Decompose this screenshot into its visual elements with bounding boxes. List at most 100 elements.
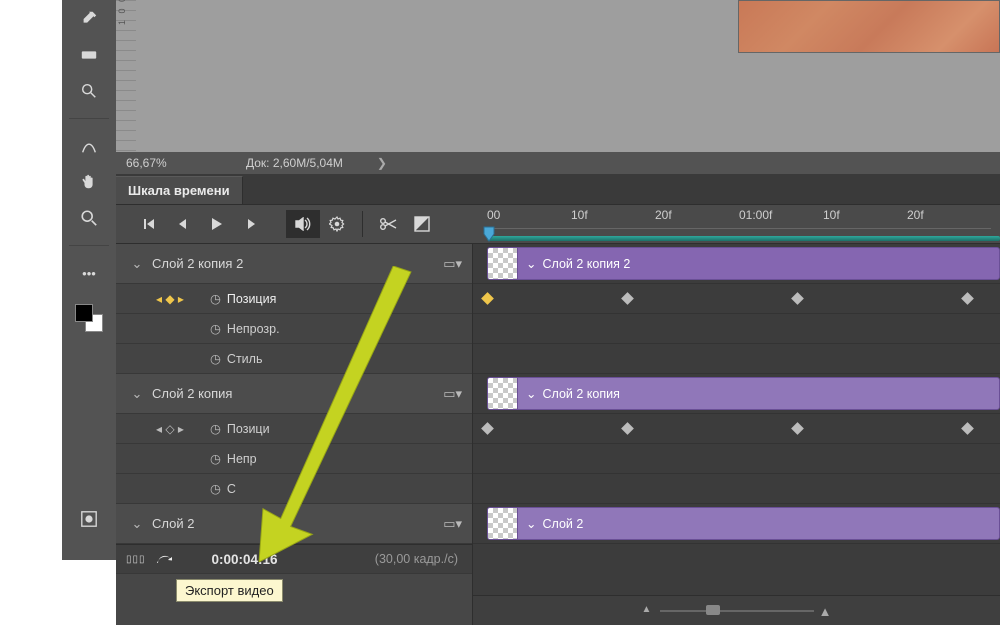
keyframe-icon[interactable] (791, 422, 804, 435)
clip-label: Слой 2 копия 2 (542, 257, 630, 271)
next-frame-button[interactable] (234, 210, 268, 238)
path-tool-icon[interactable] (78, 135, 100, 157)
edit-toolbar-icon[interactable]: ••• (78, 262, 100, 284)
stopwatch-icon[interactable]: ◷ (210, 481, 221, 496)
layer-header[interactable]: ⌄ Слой 2 ▭▾ (116, 504, 472, 544)
video-toggle-icon[interactable]: ▭▾ (443, 386, 462, 402)
zoom-level[interactable]: 66,67% (116, 156, 216, 170)
timeline-settings-button[interactable] (320, 210, 354, 238)
timeline-zoom-slider[interactable]: ▲ ▲ (642, 608, 832, 614)
chevron-down-icon[interactable]: ⌄ (526, 256, 536, 271)
property-label: С (227, 482, 236, 496)
playhead-icon[interactable] (483, 226, 495, 242)
keyframe-track[interactable] (473, 314, 1000, 344)
keyframe-icon[interactable] (621, 422, 634, 435)
keyframe-icon[interactable] (961, 292, 974, 305)
layer-header[interactable]: ⌄ Слой 2 копия 2 ▭▾ (116, 244, 472, 284)
stopwatch-icon[interactable]: ◷ (210, 291, 221, 306)
chevron-down-icon[interactable]: ⌄ (126, 386, 148, 402)
chevron-down-icon[interactable]: ⌄ (126, 516, 148, 532)
video-clip[interactable]: ⌄ Слой 2 копия (487, 377, 1000, 410)
frame-rate[interactable]: (30,00 кадр./c) (375, 552, 458, 566)
property-label: Позици (227, 422, 270, 436)
eyedropper-tool-icon[interactable] (78, 8, 100, 30)
stopwatch-icon[interactable]: ◷ (210, 421, 221, 436)
slider-knob[interactable] (706, 605, 720, 615)
property-row-position[interactable]: ◂ ◆ ▸ ◷ Позиция (116, 284, 472, 314)
keyframe-track[interactable] (473, 474, 1000, 504)
clip-track[interactable]: ⌄ Слой 2 копия 2 (473, 244, 1000, 284)
ruler-tick: 00 (487, 208, 571, 228)
keyframe-icon[interactable] (621, 292, 634, 305)
layer-name[interactable]: Слой 2 копия 2 (148, 256, 443, 271)
property-label: Непр (227, 452, 257, 466)
layer-name[interactable]: Слой 2 (148, 516, 443, 531)
color-swatches[interactable] (75, 304, 103, 332)
layer-header[interactable]: ⌄ Слой 2 копия ▭▾ (116, 374, 472, 414)
mountain-small-icon: ▲ (642, 604, 652, 615)
timeline-panel: Шкала времени ⌄ Слой 2 копия 2 ▭▾ ◂ ◆ ▸ … (116, 174, 1000, 625)
vertical-ruler[interactable]: 1 0 0 0 1 (116, 0, 136, 152)
quick-mask-icon[interactable] (78, 508, 100, 530)
chevron-down-icon[interactable]: ⌄ (526, 516, 536, 531)
gradient-tool-icon[interactable] (78, 44, 100, 66)
time-ruler[interactable]: 00 10f 20f 01:00f 10f 20f (473, 204, 1000, 244)
video-toggle-icon[interactable]: ▭▾ (443, 256, 462, 272)
chevron-down-icon[interactable]: ⌄ (526, 386, 536, 401)
keyframe-icon[interactable] (481, 292, 494, 305)
document-status-bar: 66,67% Док: 2,60M/5,04M ❯ (116, 152, 1000, 174)
property-row-opacity[interactable]: ◷ Непр (116, 444, 472, 474)
property-row-opacity[interactable]: ◷ Непрозр. (116, 314, 472, 344)
keyframe-track[interactable] (473, 344, 1000, 374)
video-clip[interactable]: ⌄ Слой 2 (487, 507, 1000, 540)
zoom-tool-icon[interactable] (78, 207, 100, 229)
work-area-bar[interactable] (487, 236, 1000, 241)
keyframe-icon[interactable] (481, 422, 494, 435)
clip-label: Слой 2 (542, 517, 583, 531)
go-to-first-frame-button[interactable] (132, 210, 166, 238)
canvas-image[interactable] (738, 0, 1000, 53)
property-label: Стиль (227, 352, 263, 366)
chevron-down-icon[interactable]: ⌄ (126, 256, 148, 272)
doc-size[interactable]: Док: 2,60M/5,04M (216, 156, 343, 170)
status-more-icon[interactable]: ❯ (377, 156, 387, 170)
timeline-footer: ▯▯▯ 0:00:04:16 (30,00 кадр./c) (116, 544, 472, 574)
stopwatch-icon[interactable]: ◷ (210, 321, 221, 336)
stopwatch-icon[interactable]: ◷ (210, 351, 221, 366)
property-row-position[interactable]: ◂ ◇ ▸ ◷ Позици (116, 414, 472, 444)
tab-timeline[interactable]: Шкала времени (116, 176, 243, 204)
keyframe-icon[interactable] (791, 292, 804, 305)
track-zoom-footer: ▲ ▲ (473, 595, 1000, 625)
clip-thumbnail (488, 248, 518, 279)
clip-track[interactable]: ⌄ Слой 2 копия (473, 374, 1000, 414)
export-video-button[interactable] (156, 551, 172, 568)
clip-track[interactable]: ⌄ Слой 2 (473, 504, 1000, 544)
layer-name[interactable]: Слой 2 копия (148, 386, 443, 401)
tracks-area[interactable]: 00 10f 20f 01:00f 10f 20f ⌄ Слой 2 копия (473, 244, 1000, 625)
play-button[interactable] (200, 210, 234, 238)
transition-button[interactable] (405, 210, 439, 238)
ruler-tick: 01:00f (739, 208, 823, 228)
dodge-tool-icon[interactable] (78, 80, 100, 102)
mute-audio-button[interactable] (286, 210, 320, 238)
clip-thumbnail (488, 508, 518, 539)
keyframe-track[interactable] (473, 284, 1000, 314)
convert-frames-icon[interactable]: ▯▯▯ (126, 554, 146, 565)
hand-tool-icon[interactable] (78, 171, 100, 193)
keyframe-nav[interactable]: ◂ ◇ ▸ (140, 422, 200, 436)
keyframe-icon[interactable] (961, 422, 974, 435)
keyframe-nav[interactable]: ◂ ◆ ▸ (140, 292, 200, 306)
stopwatch-icon[interactable]: ◷ (210, 451, 221, 466)
property-row-style[interactable]: ◷ Стиль (116, 344, 472, 374)
current-time[interactable]: 0:00:04:16 (212, 552, 278, 567)
video-toggle-icon[interactable]: ▭▾ (443, 516, 462, 532)
keyframe-track[interactable] (473, 444, 1000, 474)
property-row-style[interactable]: ◷ С (116, 474, 472, 504)
tools-toolbar: ••• (62, 0, 116, 560)
video-clip[interactable]: ⌄ Слой 2 копия 2 (487, 247, 1000, 280)
prev-frame-button[interactable] (166, 210, 200, 238)
split-clip-button[interactable] (371, 210, 405, 238)
keyframe-track[interactable] (473, 414, 1000, 444)
canvas-area[interactable]: 1 0 0 0 1 (116, 0, 1000, 152)
clip-thumbnail (488, 378, 518, 409)
